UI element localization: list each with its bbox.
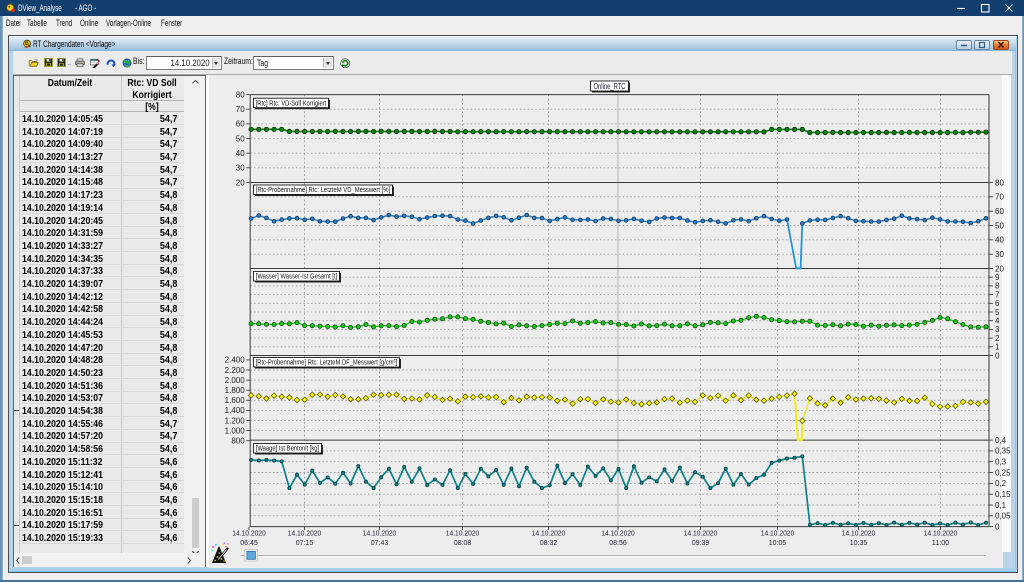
svg-text:11:00: 11:00 (931, 538, 949, 547)
svg-text:6: 6 (995, 299, 1000, 308)
svg-text:60: 60 (235, 120, 244, 129)
svg-text:50: 50 (235, 134, 244, 143)
svg-text:14.10.2020: 14.10.2020 (232, 529, 266, 538)
svg-text:800: 800 (231, 437, 245, 446)
svg-text:14.10.2020: 14.10.2020 (841, 529, 875, 538)
svg-text:2.200: 2.200 (224, 366, 245, 375)
svg-text:[Wasser] Wasser-Ist Gesamt [t]: [Wasser] Wasser-Ist Gesamt [t] (255, 272, 337, 281)
svg-text:8: 8 (995, 282, 1000, 291)
svg-text:1.800: 1.800 (224, 386, 245, 395)
svg-text:60: 60 (995, 207, 1004, 216)
svg-text:80: 80 (235, 90, 244, 99)
svg-text:4: 4 (995, 317, 1000, 326)
svg-text:2.000: 2.000 (224, 376, 245, 385)
svg-text:14.10.2020: 14.10.2020 (923, 529, 957, 538)
svg-text:40: 40 (235, 149, 244, 158)
svg-text:08:56: 08:56 (609, 538, 627, 547)
svg-text:50: 50 (995, 221, 1004, 230)
svg-text:5: 5 (995, 308, 1000, 317)
svg-text:20: 20 (995, 264, 1004, 273)
svg-text:14.10.2020: 14.10.2020 (601, 529, 635, 538)
svg-text:9: 9 (995, 273, 1000, 282)
svg-text:14.10.2020: 14.10.2020 (445, 529, 479, 538)
svg-text:14.10.2020: 14.10.2020 (362, 529, 396, 538)
svg-text:30: 30 (235, 164, 244, 173)
svg-text:1: 1 (995, 343, 1000, 352)
svg-text:10:05: 10:05 (768, 538, 786, 547)
svg-text:0,2: 0,2 (995, 479, 1007, 488)
svg-text:14.10.2020: 14.10.2020 (287, 529, 321, 538)
svg-text:06:45: 06:45 (240, 538, 258, 547)
svg-text:0,4: 0,4 (995, 436, 1007, 445)
svg-text:1.600: 1.600 (224, 396, 245, 405)
svg-text:3: 3 (995, 325, 1000, 334)
svg-text:[Rtc-Probennahme] Rtc: LetzteM: [Rtc-Probennahme] Rtc: LetzteM DF_Messwe… (255, 358, 397, 367)
svg-text:0,05: 0,05 (995, 512, 1011, 521)
svg-text:09:39: 09:39 (691, 538, 709, 547)
svg-text:2.400: 2.400 (224, 356, 245, 365)
svg-text:80: 80 (995, 178, 1004, 187)
svg-text:07:43: 07:43 (370, 538, 388, 547)
svg-text:1.200: 1.200 (224, 416, 245, 425)
svg-text:0,3: 0,3 (995, 458, 1007, 467)
svg-text:Online_RTC: Online_RTC (593, 82, 625, 91)
svg-text:14.10.2020: 14.10.2020 (531, 529, 565, 538)
svg-text:1.000: 1.000 (224, 426, 245, 435)
svg-text:14.10.2020: 14.10.2020 (760, 529, 794, 538)
svg-text:08:32: 08:32 (539, 538, 557, 547)
svg-text:30: 30 (995, 250, 1004, 259)
svg-text:2: 2 (995, 334, 1000, 343)
svg-text:10:35: 10:35 (849, 538, 867, 547)
svg-text:0,35: 0,35 (995, 447, 1011, 456)
svg-text:0,15: 0,15 (995, 490, 1011, 499)
svg-text:7: 7 (995, 290, 1000, 299)
svg-text:70: 70 (235, 105, 244, 114)
svg-text:[Rtc-Probennahme] Rtc: LetzteM: [Rtc-Probennahme] Rtc: LetzteM VD_Messwe… (255, 185, 390, 194)
svg-text:[Rtc] Rtc: VD-Soll Korrigiert: [Rtc] Rtc: VD-Soll Korrigiert (255, 98, 326, 107)
svg-text:0,25: 0,25 (995, 468, 1011, 477)
svg-text:14.10.2020: 14.10.2020 (683, 529, 717, 538)
svg-text:20: 20 (235, 178, 244, 187)
svg-text:0,1: 0,1 (995, 501, 1007, 510)
svg-text:40: 40 (995, 236, 1004, 245)
svg-text:70: 70 (995, 193, 1004, 202)
svg-text:08:08: 08:08 (453, 538, 471, 547)
svg-text:07:15: 07:15 (295, 538, 313, 547)
svg-text:1.400: 1.400 (224, 406, 245, 415)
svg-text:0: 0 (995, 522, 1000, 531)
svg-text:0: 0 (995, 351, 1000, 360)
svg-text:[Waage] Ist Bentonit [kg]: [Waage] Ist Bentonit [kg] (255, 444, 319, 453)
